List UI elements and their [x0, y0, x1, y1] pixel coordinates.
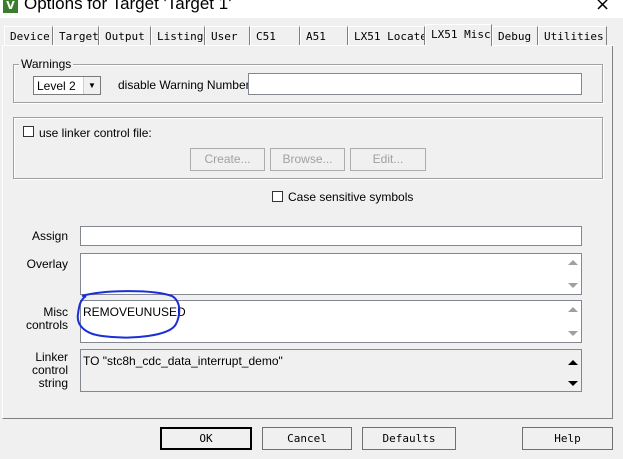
disable-warning-label: disable Warning Numbers: [118, 78, 259, 92]
linker-control-string-textarea[interactable]: TO "stc8h_cdc_data_interrupt_demo" [80, 349, 582, 392]
warning-level-select[interactable]: Level 2 ▼ [33, 76, 101, 95]
assign-input[interactable] [80, 226, 582, 246]
linker-label-line3: string [38, 376, 68, 390]
chevron-down-icon[interactable]: ▼ [83, 77, 100, 94]
case-sensitive-checkbox[interactable] [272, 191, 283, 202]
annotation-ellipse [76, 290, 181, 339]
help-button[interactable]: Help [522, 427, 613, 450]
assign-label: Assign [31, 229, 68, 243]
tab-device[interactable]: Device [4, 26, 53, 45]
use-linker-control-checkbox[interactable] [23, 126, 34, 137]
scroll-down-icon[interactable] [568, 331, 578, 336]
ok-button[interactable]: OK [160, 427, 252, 450]
misc-label-line2: controls [25, 318, 68, 332]
case-sensitive-label: Case sensitive symbols [288, 190, 414, 204]
tab-output[interactable]: Output [99, 26, 151, 45]
scroll-up-icon[interactable] [568, 360, 578, 365]
tab-debug[interactable]: Debug [492, 26, 538, 45]
cancel-button[interactable]: Cancel [262, 427, 352, 450]
disable-warning-numbers-input[interactable] [248, 73, 582, 95]
tab-listing[interactable]: Listing [151, 26, 205, 45]
tab-strip: Device Target Output Listing User C51 A5… [4, 24, 614, 46]
tab-target[interactable]: Target [53, 26, 99, 45]
overlay-label: Overlay [26, 257, 68, 271]
linker-control-string-label: Linker control string [20, 351, 68, 390]
title-bar: V Options for Target 'Target 1' × [0, 0, 623, 18]
scroll-up-icon[interactable] [568, 260, 578, 265]
tab-utilities[interactable]: Utilities [538, 26, 607, 45]
browse-button[interactable]: Browse... [270, 148, 345, 171]
tab-lx51-locate[interactable]: LX51 Locate [348, 26, 425, 45]
scroll-down-icon[interactable] [568, 283, 578, 288]
warnings-group-label: Warnings [19, 57, 74, 71]
app-icon: V [3, 0, 18, 13]
scroll-up-icon[interactable] [568, 307, 578, 312]
overlay-scrollbar[interactable] [565, 254, 581, 294]
edit-button[interactable]: Edit... [350, 148, 426, 171]
misc-controls-label: Misc controls [20, 306, 68, 332]
tab-c51[interactable]: C51 [250, 26, 300, 45]
misc-scrollbar[interactable] [565, 301, 581, 342]
scroll-down-icon[interactable] [568, 381, 578, 386]
tab-a51[interactable]: A51 [300, 26, 348, 45]
tab-lx51-misc[interactable]: LX51 Misc [425, 24, 492, 46]
tab-user[interactable]: User [205, 26, 250, 45]
use-linker-control-label: use linker control file: [39, 126, 152, 140]
defaults-button[interactable]: Defaults [362, 427, 456, 450]
close-icon[interactable]: × [595, 0, 610, 15]
create-button[interactable]: Create... [190, 148, 265, 171]
overlay-textarea[interactable] [80, 253, 582, 295]
window-title: Options for Target 'Target 1' [24, 0, 232, 13]
linker-control-string-value: TO "stc8h_cdc_data_interrupt_demo" [83, 354, 283, 368]
warning-level-value: Level 2 [37, 79, 76, 93]
linker-scrollbar[interactable] [565, 350, 581, 391]
